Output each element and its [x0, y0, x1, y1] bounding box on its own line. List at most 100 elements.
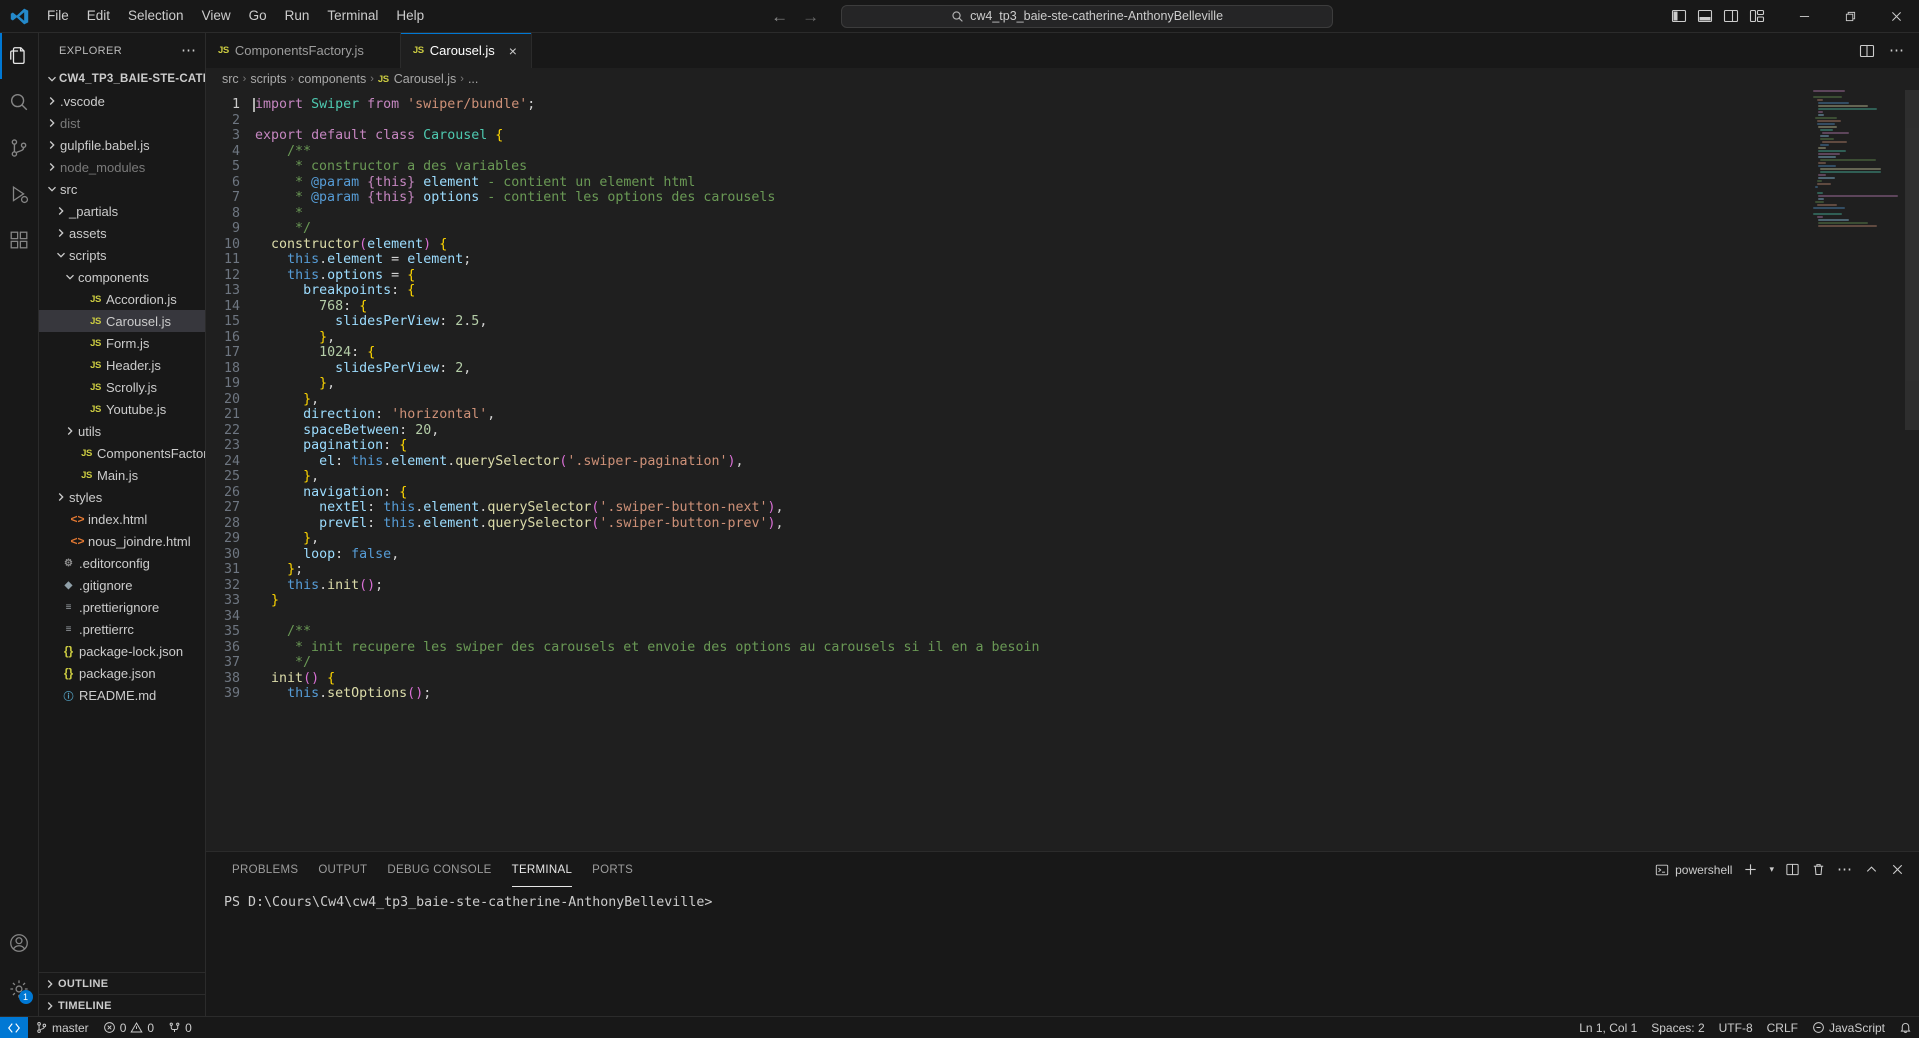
code-line[interactable]: *: [252, 206, 1919, 222]
activity-run-debug[interactable]: [0, 171, 39, 217]
menu-run[interactable]: Run: [276, 3, 319, 29]
remote-window-button[interactable]: [0, 1016, 28, 1038]
tree-item-gulpfile-babel-js[interactable]: gulpfile.babel.js: [39, 134, 205, 156]
tree-item-node-modules[interactable]: node_modules: [39, 156, 205, 178]
code-line[interactable]: init() {: [252, 671, 1919, 687]
chevron-down-icon[interactable]: [63, 272, 77, 282]
panel-more-actions-icon[interactable]: ⋯: [1837, 862, 1853, 877]
code-line[interactable]: * constructor a des variables: [252, 159, 1919, 175]
breadcrumb-file[interactable]: JS Carousel.js: [378, 72, 456, 86]
tree-item-componentsfactory-js[interactable]: JS ComponentsFactory.js: [39, 442, 205, 464]
editor-vertical-scrollbar[interactable]: [1905, 90, 1919, 851]
tree-item-index-html[interactable]: <> index.html: [39, 508, 205, 530]
code-line[interactable]: }: [252, 593, 1919, 609]
code-line[interactable]: slidesPerView: 2.5,: [252, 314, 1919, 330]
toggle-panel-icon[interactable]: [1697, 8, 1713, 24]
tree-item-package-lock-json[interactable]: {} package-lock.json: [39, 640, 205, 662]
code-line[interactable]: export default class Carousel {: [252, 128, 1919, 144]
menu-view[interactable]: View: [193, 3, 240, 29]
maximize-restore-button[interactable]: [1827, 0, 1873, 33]
tree-item-utils[interactable]: utils: [39, 420, 205, 442]
status-encoding[interactable]: UTF-8: [1712, 1017, 1760, 1038]
activity-source-control[interactable]: [0, 125, 39, 171]
tree-item-gitignore[interactable]: ◆ .gitignore: [39, 574, 205, 596]
code-line[interactable]: */: [252, 655, 1919, 671]
menu-selection[interactable]: Selection: [119, 3, 193, 29]
close-window-button[interactable]: [1873, 0, 1919, 33]
code-line[interactable]: * @param {this} options - contient les o…: [252, 190, 1919, 206]
code-line[interactable]: pagination: {: [252, 438, 1919, 454]
workspace-root-folder[interactable]: CW4_TP3_BAIE-STE-CATHERINE-...: [39, 68, 205, 90]
code-line[interactable]: * init recupere les swiper des carousels…: [252, 640, 1919, 656]
code-line[interactable]: this.element = element;: [252, 252, 1919, 268]
panel-tab-terminal[interactable]: TERMINAL: [502, 852, 583, 887]
code-line[interactable]: direction: 'horizontal',: [252, 407, 1919, 423]
minimize-button[interactable]: [1781, 0, 1827, 33]
code-editor[interactable]: 1 2 3 4 5 6 7 8 9 10 11 12 13 14 15 16 17 18 19 20 21 22 23 24 2…: [206, 90, 1919, 851]
breadcrumb-components[interactable]: components: [298, 72, 366, 86]
new-terminal-dropdown-icon[interactable]: ▾: [1769, 864, 1774, 875]
sidebar-section-timeline[interactable]: TIMELINE: [39, 994, 205, 1016]
code-line[interactable]: [252, 113, 1919, 129]
tree-item-src[interactable]: src: [39, 178, 205, 200]
command-center-search[interactable]: cw4_tp3_baie-ste-catherine-AnthonyBellev…: [841, 4, 1334, 28]
status-language-mode[interactable]: JavaScript: [1805, 1017, 1892, 1038]
chevron-right-icon[interactable]: [45, 140, 59, 150]
kill-terminal-icon[interactable]: [1811, 862, 1826, 877]
terminal-output[interactable]: PS D:\Cours\Cw4\cw4_tp3_baie-ste-catheri…: [206, 887, 1919, 1016]
breadcrumb-scripts[interactable]: scripts: [250, 72, 286, 86]
toggle-secondary-sidebar-icon[interactable]: [1723, 8, 1739, 24]
code-line[interactable]: },: [252, 392, 1919, 408]
code-line[interactable]: 1024: {: [252, 345, 1919, 361]
code-line[interactable]: },: [252, 531, 1919, 547]
forward-arrow-icon[interactable]: →: [802, 8, 819, 25]
tree-item-youtube-js[interactable]: JS Youtube.js: [39, 398, 205, 420]
code-line[interactable]: loop: false,: [252, 547, 1919, 563]
code-line[interactable]: };: [252, 562, 1919, 578]
chevron-right-icon[interactable]: [63, 426, 77, 436]
chevron-right-icon[interactable]: [54, 206, 68, 216]
activity-manage-settings[interactable]: 1: [0, 966, 39, 1012]
sidebar-section-outline[interactable]: OUTLINE: [39, 972, 205, 994]
code-line[interactable]: this.options = {: [252, 268, 1919, 284]
tab-componentsfactory[interactable]: JS ComponentsFactory.js ×: [206, 33, 401, 68]
tree-item-main-js[interactable]: JS Main.js: [39, 464, 205, 486]
chevron-right-icon[interactable]: [45, 162, 59, 172]
code-line[interactable]: constructor(element) {: [252, 237, 1919, 253]
code-line[interactable]: this.init();: [252, 578, 1919, 594]
status-cursor-position[interactable]: Ln 1, Col 1: [1572, 1017, 1644, 1038]
tree-item-scrolly-js[interactable]: JS Scrolly.js: [39, 376, 205, 398]
tree-item-editorconfig[interactable]: ⚙ .editorconfig: [39, 552, 205, 574]
tree-item-carousel-js[interactable]: JS Carousel.js: [39, 310, 205, 332]
code-line[interactable]: * @param {this} element - contient un el…: [252, 175, 1919, 191]
tab-carousel[interactable]: JS Carousel.js ×: [400, 33, 532, 68]
breadcrumb-src[interactable]: src: [222, 72, 239, 86]
activity-explorer[interactable]: [0, 33, 39, 79]
menu-file[interactable]: File: [38, 3, 78, 29]
menu-terminal[interactable]: Terminal: [318, 3, 387, 29]
code-line[interactable]: el: this.element.querySelector('.swiper-…: [252, 454, 1919, 470]
status-branch[interactable]: master: [28, 1017, 96, 1038]
split-terminal-icon[interactable]: [1785, 862, 1800, 877]
customize-layout-icon[interactable]: [1749, 8, 1765, 24]
code-line[interactable]: 768: {: [252, 299, 1919, 315]
chevron-right-icon[interactable]: [54, 492, 68, 502]
code-line[interactable]: breakpoints: {: [252, 283, 1919, 299]
panel-tab-output[interactable]: OUTPUT: [308, 852, 377, 887]
chevron-right-icon[interactable]: [45, 118, 59, 128]
menu-edit[interactable]: Edit: [78, 3, 119, 29]
maximize-panel-icon[interactable]: [1864, 862, 1879, 877]
panel-tab-problems[interactable]: PROBLEMS: [222, 852, 308, 887]
close-panel-icon[interactable]: [1890, 862, 1905, 877]
activity-accounts[interactable]: [0, 920, 39, 966]
tree-item-nous-joindre-html[interactable]: <> nous_joindre.html: [39, 530, 205, 552]
menu-help[interactable]: Help: [387, 3, 433, 29]
chevron-down-icon[interactable]: [54, 250, 68, 260]
breadcrumb-symbol[interactable]: ...: [468, 72, 478, 86]
chevron-down-icon[interactable]: [45, 184, 59, 194]
code-line[interactable]: },: [252, 330, 1919, 346]
tree-item-readme-md[interactable]: ⓘ README.md: [39, 684, 205, 706]
sidebar-more-actions-icon[interactable]: ⋯: [181, 43, 197, 58]
status-notifications[interactable]: [1892, 1017, 1919, 1038]
code-line[interactable]: import Swiper from 'swiper/bundle';: [252, 97, 1919, 113]
